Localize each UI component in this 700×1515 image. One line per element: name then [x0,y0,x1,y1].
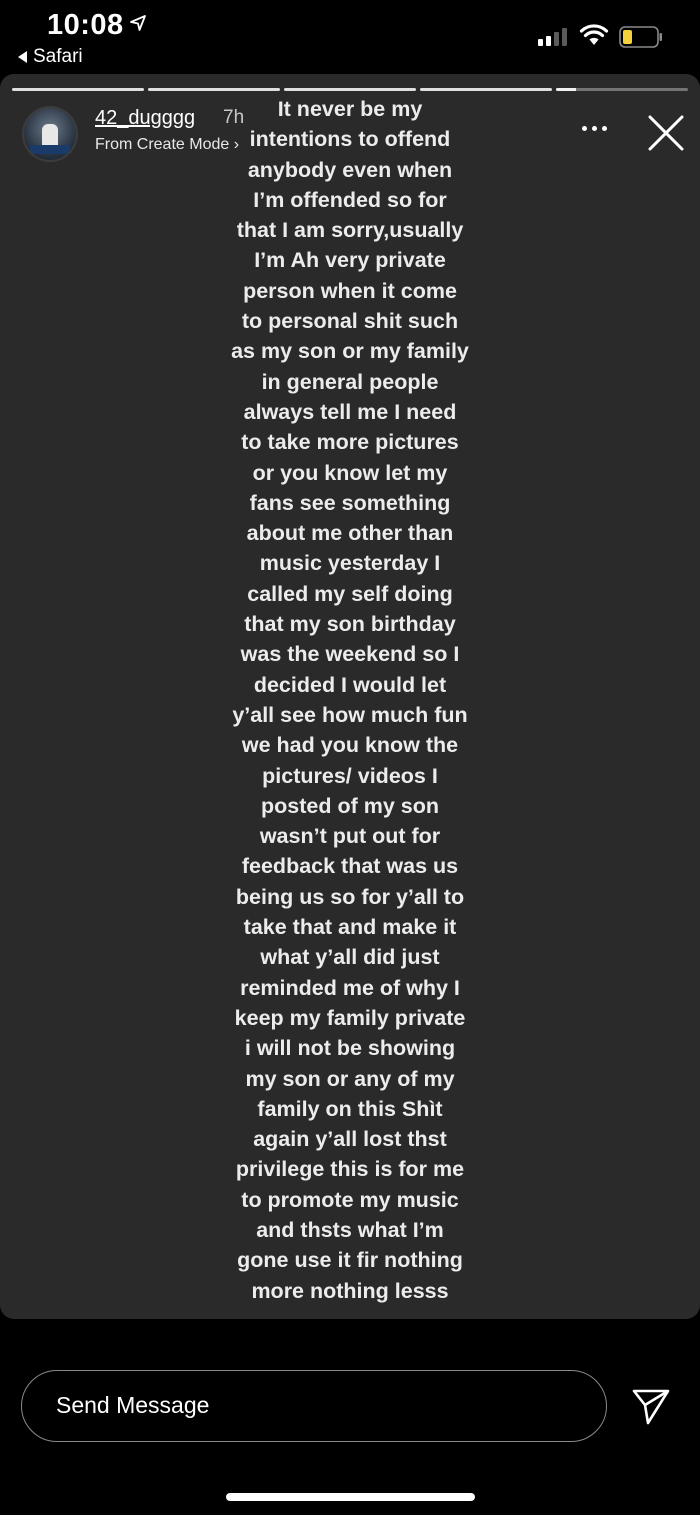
progress-segment [284,88,416,91]
wifi-icon [579,24,609,45]
progress-fill [556,88,576,91]
progress-segment [12,88,144,91]
back-app-label: Safari [33,46,83,67]
progress-segment-current [556,88,688,91]
back-arrow-icon [18,51,27,63]
story-progress-bar [12,88,688,91]
battery-icon [619,26,662,48]
story-card[interactable]: 42_dugggg 7h From Create Mode › It never… [0,74,700,1319]
location-arrow-icon [130,15,146,31]
avatar[interactable] [22,106,78,162]
story-username[interactable]: 42_dugggg [95,107,195,130]
progress-segment [420,88,552,91]
back-to-safari[interactable]: Safari [18,46,83,68]
home-indicator[interactable] [226,1493,475,1501]
close-icon[interactable] [647,114,685,152]
story-caption: It never be my intentions to offend anyb… [231,97,469,1303]
cellular-signal-icon [538,28,567,46]
send-icon[interactable] [631,1388,671,1426]
avatar-banner [30,145,70,154]
status-time: 10:08 [47,9,124,41]
send-message-input[interactable]: Send Message [21,1370,607,1442]
more-options-icon[interactable] [582,126,607,131]
progress-segment [148,88,280,91]
send-message-placeholder: Send Message [56,1392,210,1418]
